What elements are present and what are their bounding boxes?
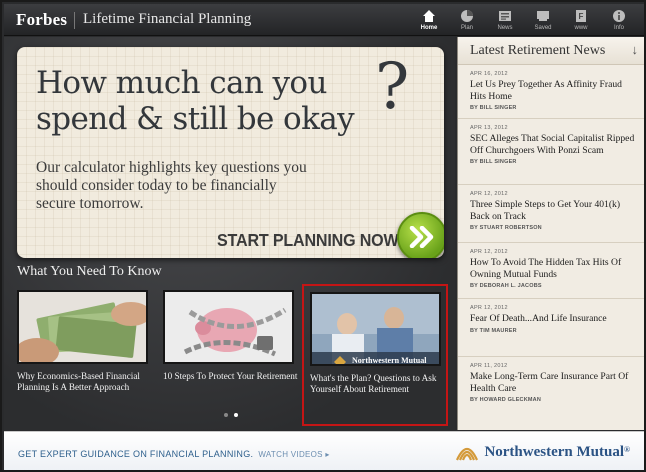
sponsor-logo[interactable]: Northwestern Mutual ® <box>455 442 630 462</box>
nav-label: www <box>574 25 588 31</box>
news-headline[interactable]: Make Long-Term Care Insurance Part Of He… <box>470 371 636 394</box>
news-sidebar: Latest Retirement News ↓ APR 16, 2012 Le… <box>457 37 644 430</box>
news-byline: BY HOWARD GLECKMAN <box>470 397 542 403</box>
main-panel: How much can you spend & still be okay ?… <box>4 37 455 430</box>
card-caption: Why Economics-Based Financial Planning I… <box>17 371 140 392</box>
sponsor-name: Northwestern Mutual <box>484 443 625 460</box>
nav-label: News <box>497 25 513 31</box>
info-icon <box>613 10 625 22</box>
hero-subtext: Our calculator highlights key questions … <box>36 159 307 212</box>
nav-label: Info <box>613 25 624 31</box>
section-title: What You Need To Know <box>17 264 162 279</box>
news-item[interactable]: APR 12, 2012 Fear Of Death...And Life In… <box>458 299 644 357</box>
hero-banner[interactable]: How much can you spend & still be okay ?… <box>17 47 444 258</box>
news-headline[interactable]: Three Simple Steps to Get Your 401(k) Ba… <box>470 199 636 222</box>
app-title: Lifetime Financial Planning <box>83 11 252 27</box>
news-date: APR 12, 2012 <box>470 191 508 197</box>
home-icon <box>423 10 435 22</box>
news-byline: BY STUART ROBERTSON <box>470 225 542 231</box>
sponsor-banner[interactable]: GET EXPERT GUIDANCE ON FINANCIAL PLANNIN… <box>4 431 644 470</box>
news-item[interactable]: APR 13, 2012 SEC Alleges That Social Cap… <box>458 119 644 185</box>
divider <box>74 12 75 29</box>
news-byline: BY TIM MAURER <box>470 327 517 334</box>
article-card-whats-the-plan[interactable]: Northwestern Mutual What's the Plan? Que… <box>302 284 448 426</box>
news-headline[interactable]: SEC Alleges That Social Capitalist Rippe… <box>470 133 636 156</box>
card-caption: What's the Plan? Questions to Ask Yourse… <box>310 373 437 394</box>
news-date: APR 12, 2012 <box>470 249 508 255</box>
double-chevron-right-icon <box>409 226 434 248</box>
northwestern-mutual-logo-icon <box>456 447 479 461</box>
start-planning-link[interactable]: START PLANNING NOW <box>217 230 399 251</box>
advisor-meeting-image: Northwestern Mutual <box>310 292 441 366</box>
sidebar-title: Latest Retirement News <box>470 43 606 58</box>
nav-plan[interactable]: Plan <box>448 7 486 34</box>
sponsor-trademark: ® <box>624 444 630 454</box>
nav-label: Home <box>420 25 438 31</box>
page-dot[interactable] <box>224 413 228 417</box>
page-indicator[interactable] <box>224 413 238 417</box>
news-byline: BY BILL SINGER <box>470 105 517 111</box>
watch-videos-link[interactable]: WATCH VIDEOS ▸ <box>258 450 329 459</box>
hero-headline: How much can you spend & still be okay <box>36 65 355 137</box>
piggy-bank-image <box>163 290 294 364</box>
news-byline: BY DEBORAH L. JACOBS <box>470 283 542 289</box>
news-item[interactable]: APR 11, 2012 Make Long-Term Care Insuran… <box>458 357 644 413</box>
banner-cta: GET EXPERT GUIDANCE ON FINANCIAL PLANNIN… <box>18 449 254 459</box>
news-item[interactable]: APR 16, 2012 Let Us Prey Together As Aff… <box>458 65 644 119</box>
nav-news[interactable]: News <box>486 7 524 34</box>
thumb-brand-text: Northwestern Mutual <box>352 356 427 365</box>
svg-text:F: F <box>579 12 584 21</box>
banner-text[interactable]: GET EXPERT GUIDANCE ON FINANCIAL PLANNIN… <box>18 449 330 459</box>
money-hands-image <box>17 290 148 364</box>
news-item[interactable]: APR 12, 2012 Three Simple Steps to Get Y… <box>458 185 644 243</box>
news-byline: BY BILL SINGER <box>470 159 517 165</box>
top-bar: Forbes Lifetime Financial Planning Home … <box>4 4 644 36</box>
news-headline[interactable]: Fear Of Death...And Life Insurance <box>470 313 636 325</box>
article-card-economics[interactable]: Why Economics-Based Financial Planning I… <box>17 290 157 393</box>
card-caption: 10 Steps To Protect Your Retirement <box>163 371 298 381</box>
news-headline[interactable]: Let Us Prey Together As Affinity Fraud H… <box>470 79 636 102</box>
brand-logo[interactable]: Forbes <box>16 10 67 30</box>
pie-chart-icon <box>461 10 473 22</box>
nav-bar: Home Plan News Saved F www Info <box>410 7 638 34</box>
nav-home[interactable]: Home <box>410 7 448 34</box>
nav-saved[interactable]: Saved <box>524 7 562 34</box>
nav-info[interactable]: Info <box>600 7 638 34</box>
sidebar-header: Latest Retirement News ↓ <box>458 37 644 65</box>
start-planning-button[interactable] <box>397 212 444 258</box>
news-item[interactable]: APR 12, 2012 How To Avoid The Hidden Tax… <box>458 243 644 299</box>
nav-label: Plan <box>460 25 473 31</box>
page-dot-active[interactable] <box>234 413 238 417</box>
saved-icon <box>537 11 549 21</box>
nav-label: Saved <box>534 25 552 31</box>
arrow-down-icon[interactable]: ↓ <box>632 42 639 57</box>
news-date: APR 16, 2012 <box>470 71 508 77</box>
hero-question-mark: ? <box>375 50 410 124</box>
app-frame: Forbes Lifetime Financial Planning Home … <box>0 0 646 472</box>
article-card-protect-retirement[interactable]: 10 Steps To Protect Your Retirement <box>163 290 303 382</box>
news-date: APR 13, 2012 <box>470 125 508 131</box>
news-headline[interactable]: How To Avoid The Hidden Tax Hits Of Owni… <box>470 257 636 280</box>
news-date: APR 11, 2012 <box>470 363 508 369</box>
nav-www[interactable]: F www <box>562 7 600 34</box>
web-icon: F <box>576 10 586 22</box>
news-icon <box>499 11 511 21</box>
news-date: APR 12, 2012 <box>470 305 508 311</box>
